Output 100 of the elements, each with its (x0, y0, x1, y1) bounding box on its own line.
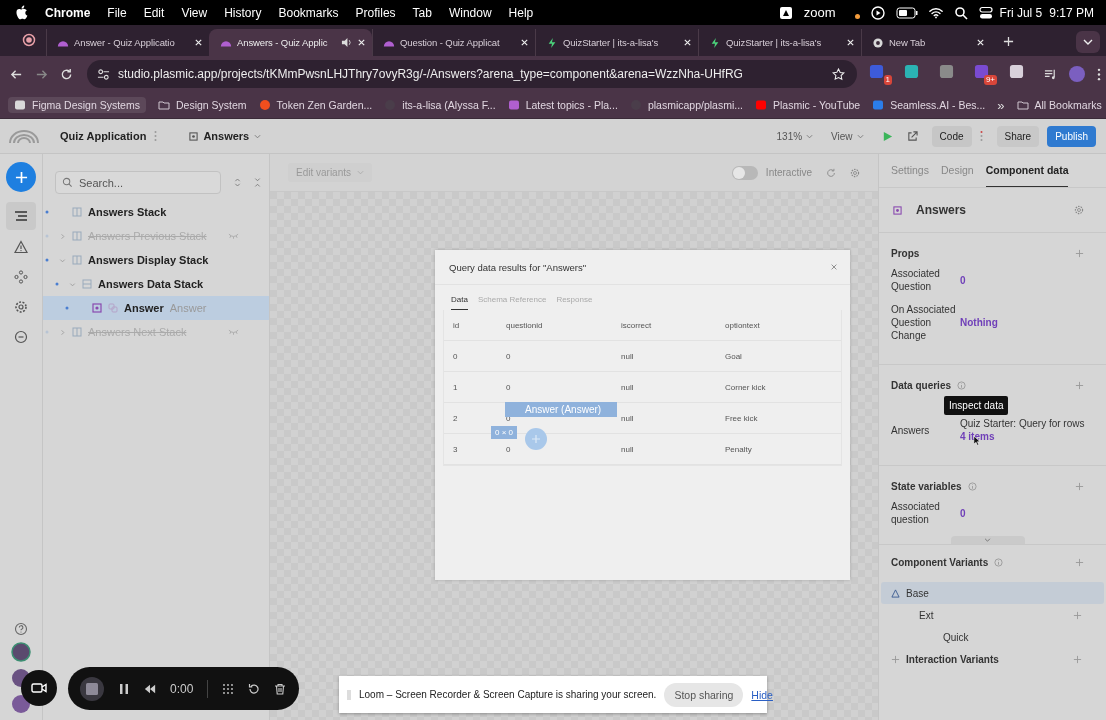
rewind-icon[interactable] (144, 682, 156, 695)
settings-icon[interactable] (14, 300, 28, 314)
link-icon (108, 303, 118, 313)
menu-date[interactable]: Fri Jul 5 (999, 5, 1043, 20)
view-menu[interactable]: View (831, 130, 864, 142)
collapse-handle[interactable] (950, 536, 1025, 544)
drag-handle-icon[interactable] (347, 689, 351, 700)
settings-icon[interactable] (1074, 205, 1084, 215)
variant-item[interactable]: Ext (881, 604, 1104, 626)
all-bookmarks-button[interactable]: All Bookmarks (1016, 99, 1102, 111)
menu-item[interactable]: History (224, 5, 262, 20)
apple-icon[interactable] (16, 5, 29, 20)
new-tab-icon[interactable] (1003, 36, 1014, 47)
variant-item[interactable]: Interaction Variants (881, 648, 1104, 670)
control-center-icon[interactable] (978, 5, 993, 20)
zoom-menu-label[interactable]: zoom (803, 5, 836, 20)
zoom-selector[interactable]: 131% (776, 130, 814, 142)
tree-item[interactable]: Answers Stack (43, 200, 269, 224)
search-field[interactable]: Search... (55, 171, 221, 194)
user-avatar-icon[interactable] (11, 642, 31, 662)
restart-icon[interactable] (248, 682, 261, 695)
components-icon[interactable] (14, 270, 28, 284)
media-icon[interactable] (1044, 67, 1057, 81)
panel-tab[interactable]: Component data (985, 164, 1069, 187)
hide-link[interactable]: Hide (751, 688, 773, 701)
bookmark[interactable]: Figma Design Systems (8, 97, 146, 113)
recording-time: 0:00 (170, 681, 194, 696)
prop-label: Associated Question (891, 267, 941, 293)
outline-tab[interactable] (6, 202, 36, 230)
share-button[interactable]: Share (996, 125, 1040, 147)
address-bar[interactable]: studio.plasmic.app/projects/tKMmPwsnLHJThry7ovyR3g/-/Answers?arena_type=component&arena=WzzNha-UHfRG (87, 60, 857, 88)
selection-label: Answer (Answer) (505, 402, 617, 417)
project-name[interactable]: Quiz Application (60, 130, 147, 142)
bookmark[interactable]: plasmicapp/plasmi... (629, 99, 743, 111)
extension-icon[interactable]: 9+ (974, 63, 997, 85)
more-bookmarks-button[interactable]: » (997, 97, 1005, 113)
bookmark[interactable]: Design System (157, 99, 247, 111)
battery-icon[interactable] (895, 6, 918, 19)
publish-button[interactable]: Publish (1047, 125, 1096, 147)
menu-item[interactable]: Edit (143, 5, 165, 20)
interactive-toggle[interactable] (731, 165, 758, 180)
star-icon[interactable] (832, 67, 845, 81)
reload-icon[interactable] (60, 67, 73, 81)
bookmark[interactable]: Latest topics - Pla... (507, 99, 618, 111)
settings-icon[interactable] (850, 167, 860, 178)
menu-time[interactable]: 9:17 PM (1049, 5, 1094, 20)
menu-item[interactable]: Help (508, 5, 534, 20)
size-tag: 0 × 0 (491, 426, 517, 439)
tree-item[interactable]: Answers Display Stack (43, 248, 269, 272)
tree-item[interactable]: Answer Answer (43, 296, 269, 320)
menu-item[interactable]: Window (448, 5, 492, 20)
speaker-icon[interactable] (341, 37, 352, 48)
horizontal-stack-icon (72, 255, 82, 265)
menu-app-name[interactable]: Chrome (45, 5, 91, 20)
menu-item[interactable]: View (181, 5, 208, 20)
kebab-menu-icon[interactable] (1097, 67, 1101, 81)
items-link[interactable]: 4 items (960, 430, 1085, 443)
menu-item[interactable]: Profiles (355, 5, 396, 20)
bolt-icon (546, 37, 558, 48)
tab-search-button[interactable] (1076, 31, 1100, 53)
profile-avatar-icon[interactable] (1069, 66, 1085, 82)
component-selector[interactable]: Answers (189, 130, 262, 142)
bookmark[interactable]: Plasmic - YouTube (755, 99, 861, 111)
menu-item[interactable]: Bookmarks (278, 5, 339, 20)
stop-button[interactable] (80, 676, 104, 701)
add-button[interactable] (6, 162, 36, 192)
horizontal-stack-icon (72, 327, 82, 337)
state-value[interactable]: 0 (960, 506, 1084, 520)
dots-grid-icon[interactable] (222, 682, 235, 695)
help-icon[interactable] (14, 622, 28, 636)
trash-icon[interactable] (274, 682, 287, 695)
play-icon[interactable] (870, 5, 885, 20)
variant-item[interactable]: Base (881, 582, 1104, 604)
search-icon[interactable] (953, 5, 968, 20)
bookmark[interactable]: Seamless.AI - Bes... (872, 99, 986, 111)
wifi-icon[interactable] (928, 5, 943, 20)
search-icon (62, 177, 73, 188)
stop-sharing-button[interactable]: Stop sharing (664, 682, 744, 707)
drive-icon[interactable] (778, 5, 793, 20)
prop-value[interactable]: 0 (960, 273, 1084, 287)
external-link-icon[interactable] (906, 130, 918, 142)
table-cell-text: Corner kick (725, 382, 767, 392)
more-icon[interactable] (979, 130, 983, 142)
browser-tab[interactable]: Answers - Quiz Applic (209, 29, 372, 56)
dialog-tab[interactable]: Data (451, 291, 468, 310)
pause-icon[interactable] (118, 682, 130, 695)
extension-icon[interactable]: 1 (869, 63, 892, 85)
bookmark[interactable]: Token Zen Garden... (258, 99, 373, 111)
variant-item[interactable]: Quick (881, 626, 1104, 648)
menu-item[interactable]: Tab (412, 5, 432, 20)
warning-icon[interactable] (14, 240, 28, 254)
menu-item[interactable]: File (107, 5, 127, 20)
prop-value[interactable]: Nothing (960, 316, 1084, 329)
tree-item[interactable]: Answers Data Stack (43, 272, 269, 296)
record-icon[interactable] (22, 33, 36, 47)
site-settings-icon[interactable] (97, 67, 110, 81)
code-button[interactable]: Code (931, 125, 972, 147)
bookmark[interactable]: its-a-lisa (Alyssa F... (384, 99, 496, 111)
chevron-down-icon (1083, 39, 1093, 45)
minus-circle-icon[interactable] (14, 330, 28, 344)
